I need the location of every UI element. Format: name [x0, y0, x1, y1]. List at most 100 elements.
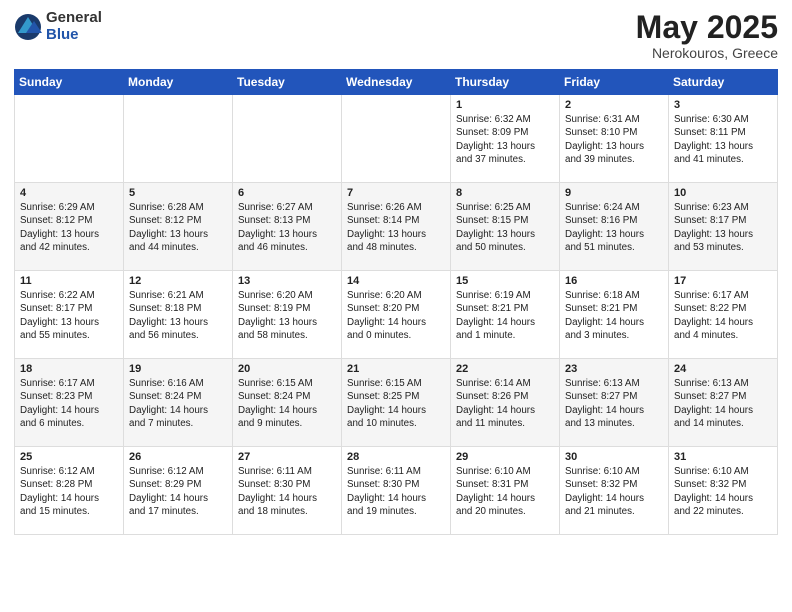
day-cell: 17Sunrise: 6:17 AM Sunset: 8:22 PM Dayli… — [669, 271, 778, 359]
day-info: Sunrise: 6:29 AM Sunset: 8:12 PM Dayligh… — [20, 201, 118, 254]
day-cell: 4 Sunrise: 6:29 AM Sunset: 8:12 PM Daylig… — [15, 183, 124, 271]
calendar-table: SundayMondayTuesdayWednesdayThursdayFrid… — [14, 69, 778, 535]
day-info: Sunrise: 6:17 AM Sunset: 8:23 PM Dayligh… — [20, 377, 118, 430]
logo: General Blue — [14, 10, 102, 43]
day-info: Sunrise: 6:10 AM Sunset: 8:31 PM Dayligh… — [456, 465, 554, 518]
day-header-monday: Monday — [124, 70, 233, 95]
day-info: Sunrise: 6:13 AM Sunset: 8:27 PM Dayligh… — [565, 377, 663, 430]
day-cell: 15 Sunrise: 6:19 AM Sunset: 8:21 PM Dayli… — [451, 271, 560, 359]
day-number: 16 — [565, 275, 663, 287]
day-cell — [342, 95, 451, 183]
logo-general: General — [46, 10, 102, 27]
day-number: 29 — [456, 451, 554, 463]
day-cell: 12 Sunrise: 6:21 AM Sunset: 8:18 PM Dayli… — [124, 271, 233, 359]
day-info: Sunrise: 6:21 AM Sunset: 8:18 PM Dayligh… — [129, 289, 227, 342]
day-info: Sunrise: 6:27 AM Sunset: 8:13 PM Dayligh… — [238, 201, 336, 254]
logo-blue: Blue — [46, 27, 102, 44]
day-number: 20 — [238, 363, 336, 375]
day-cell — [124, 95, 233, 183]
header: General Blue May 2025 Nerokouros, Greece — [14, 10, 778, 61]
week-row-3: 11 Sunrise: 6:22 AM Sunset: 8:17 PM Dayli… — [15, 271, 778, 359]
day-info: Sunrise: 6:10 AM Sunset: 8:32 PM Dayligh… — [674, 465, 772, 518]
day-info: Sunrise: 6:18 AM Sunset: 8:21 PM Dayligh… — [565, 289, 663, 342]
day-number: 10 — [674, 187, 772, 199]
day-info: Sunrise: 6:28 AM Sunset: 8:12 PM Dayligh… — [129, 201, 227, 254]
day-number: 13 — [238, 275, 336, 287]
day-cell: 1Sunrise: 6:32 AM Sunset: 8:09 PM Daylig… — [451, 95, 560, 183]
day-number: 6 — [238, 187, 336, 199]
day-number: 14 — [347, 275, 445, 287]
day-cell: 19Sunrise: 6:16 AM Sunset: 8:24 PM Dayli… — [124, 359, 233, 447]
day-number: 8 — [456, 187, 554, 199]
day-number: 3 — [674, 99, 772, 111]
day-cell: 16 Sunrise: 6:18 AM Sunset: 8:21 PM Dayli… — [560, 271, 669, 359]
month-title: May 2025 — [636, 10, 778, 45]
page: General Blue May 2025 Nerokouros, Greece… — [0, 0, 792, 612]
location: Nerokouros, Greece — [636, 45, 778, 61]
day-cell — [15, 95, 124, 183]
week-row-1: 1Sunrise: 6:32 AM Sunset: 8:09 PM Daylig… — [15, 95, 778, 183]
day-number: 9 — [565, 187, 663, 199]
day-info: Sunrise: 6:30 AM Sunset: 8:11 PM Dayligh… — [674, 113, 772, 166]
day-cell: 11 Sunrise: 6:22 AM Sunset: 8:17 PM Dayli… — [15, 271, 124, 359]
day-info: Sunrise: 6:17 AM Sunset: 8:22 PM Dayligh… — [674, 289, 772, 342]
title-block: May 2025 Nerokouros, Greece — [636, 10, 778, 61]
calendar-header: SundayMondayTuesdayWednesdayThursdayFrid… — [15, 70, 778, 95]
day-number: 22 — [456, 363, 554, 375]
day-cell: 5 Sunrise: 6:28 AM Sunset: 8:12 PM Daylig… — [124, 183, 233, 271]
day-number: 30 — [565, 451, 663, 463]
day-header-tuesday: Tuesday — [233, 70, 342, 95]
day-cell: 10Sunrise: 6:23 AM Sunset: 8:17 PM Dayli… — [669, 183, 778, 271]
day-number: 12 — [129, 275, 227, 287]
day-header-friday: Friday — [560, 70, 669, 95]
day-number: 21 — [347, 363, 445, 375]
day-info: Sunrise: 6:19 AM Sunset: 8:21 PM Dayligh… — [456, 289, 554, 342]
day-cell: 31Sunrise: 6:10 AM Sunset: 8:32 PM Dayli… — [669, 447, 778, 535]
day-number: 24 — [674, 363, 772, 375]
day-number: 28 — [347, 451, 445, 463]
day-info: Sunrise: 6:31 AM Sunset: 8:10 PM Dayligh… — [565, 113, 663, 166]
day-cell: 20 Sunrise: 6:15 AM Sunset: 8:24 PM Dayli… — [233, 359, 342, 447]
day-info: Sunrise: 6:22 AM Sunset: 8:17 PM Dayligh… — [20, 289, 118, 342]
day-number: 11 — [20, 275, 118, 287]
day-number: 15 — [456, 275, 554, 287]
day-cell: 7 Sunrise: 6:26 AM Sunset: 8:14 PM Daylig… — [342, 183, 451, 271]
day-cell: 14 Sunrise: 6:20 AM Sunset: 8:20 PM Dayli… — [342, 271, 451, 359]
day-number: 19 — [129, 363, 227, 375]
day-info: Sunrise: 6:20 AM Sunset: 8:20 PM Dayligh… — [347, 289, 445, 342]
day-info: Sunrise: 6:11 AM Sunset: 8:30 PM Dayligh… — [238, 465, 336, 518]
day-info: Sunrise: 6:32 AM Sunset: 8:09 PM Dayligh… — [456, 113, 554, 166]
day-info: Sunrise: 6:24 AM Sunset: 8:16 PM Dayligh… — [565, 201, 663, 254]
day-number: 7 — [347, 187, 445, 199]
day-info: Sunrise: 6:25 AM Sunset: 8:15 PM Dayligh… — [456, 201, 554, 254]
day-cell: 13Sunrise: 6:20 AM Sunset: 8:19 PM Dayli… — [233, 271, 342, 359]
day-info: Sunrise: 6:14 AM Sunset: 8:26 PM Dayligh… — [456, 377, 554, 430]
day-info: Sunrise: 6:26 AM Sunset: 8:14 PM Dayligh… — [347, 201, 445, 254]
week-row-5: 25Sunrise: 6:12 AM Sunset: 8:28 PM Dayli… — [15, 447, 778, 535]
day-info: Sunrise: 6:11 AM Sunset: 8:30 PM Dayligh… — [347, 465, 445, 518]
day-cell: 28 Sunrise: 6:11 AM Sunset: 8:30 PM Dayli… — [342, 447, 451, 535]
day-number: 23 — [565, 363, 663, 375]
day-cell: 2 Sunrise: 6:31 AM Sunset: 8:10 PM Daylig… — [560, 95, 669, 183]
logo-text: General Blue — [46, 10, 102, 43]
day-number: 4 — [20, 187, 118, 199]
day-number: 26 — [129, 451, 227, 463]
header-row: SundayMondayTuesdayWednesdayThursdayFrid… — [15, 70, 778, 95]
day-info: Sunrise: 6:15 AM Sunset: 8:24 PM Dayligh… — [238, 377, 336, 430]
week-row-4: 18 Sunrise: 6:17 AM Sunset: 8:23 PM Dayli… — [15, 359, 778, 447]
day-header-saturday: Saturday — [669, 70, 778, 95]
day-info: Sunrise: 6:12 AM Sunset: 8:28 PM Dayligh… — [20, 465, 118, 518]
day-number: 18 — [20, 363, 118, 375]
day-cell: 29 Sunrise: 6:10 AM Sunset: 8:31 PM Dayli… — [451, 447, 560, 535]
day-number: 5 — [129, 187, 227, 199]
logo-icon — [14, 13, 42, 41]
day-info: Sunrise: 6:13 AM Sunset: 8:27 PM Dayligh… — [674, 377, 772, 430]
day-header-wednesday: Wednesday — [342, 70, 451, 95]
day-cell: 30Sunrise: 6:10 AM Sunset: 8:32 PM Dayli… — [560, 447, 669, 535]
day-info: Sunrise: 6:12 AM Sunset: 8:29 PM Dayligh… — [129, 465, 227, 518]
day-cell: 23 Sunrise: 6:13 AM Sunset: 8:27 PM Dayli… — [560, 359, 669, 447]
day-cell: 25Sunrise: 6:12 AM Sunset: 8:28 PM Dayli… — [15, 447, 124, 535]
day-cell: 26 Sunrise: 6:12 AM Sunset: 8:29 PM Dayli… — [124, 447, 233, 535]
day-cell: 24 Sunrise: 6:13 AM Sunset: 8:27 PM Dayli… — [669, 359, 778, 447]
day-number: 2 — [565, 99, 663, 111]
